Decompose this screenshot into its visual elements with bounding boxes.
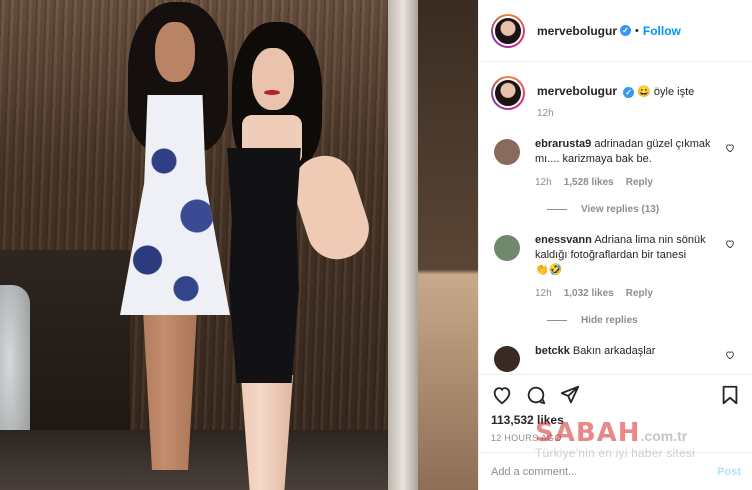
comments-list[interactable]: mervebolugur ✓ 😀 öyle işte 12h ebrarusta… — [479, 62, 752, 374]
verified-badge-icon: ✓ — [620, 25, 632, 36]
post-actions: 113,532 likes 12 HOURS AGO — [479, 374, 752, 452]
right-woman-lips — [264, 90, 280, 95]
add-comment-bar: Post — [479, 452, 752, 490]
comment-time[interactable]: 12h — [535, 175, 552, 190]
likes-count[interactable]: 113,532 likes — [491, 413, 741, 427]
comment-item: ebrarusta9 adrinadan güzel çıkmak mı....… — [491, 137, 741, 190]
post-timestamp[interactable]: 12 HOURS AGO — [491, 433, 741, 443]
caption-time: 12h — [537, 108, 554, 119]
post-caption: mervebolugur ✓ 😀 öyle işte 12h — [491, 74, 741, 119]
post-side-panel: mervebolugur ✓ • Follow mervebolugur ✓ 😀… — [478, 0, 752, 490]
left-woman-face — [155, 22, 195, 82]
view-replies-button[interactable]: View replies (13) — [547, 204, 741, 215]
hide-replies-label[interactable]: Hide replies — [581, 315, 638, 326]
comment-bubble-icon[interactable] — [525, 384, 547, 406]
caption-text: öyle işte — [653, 86, 695, 98]
comment-avatar[interactable] — [494, 346, 520, 372]
action-icon-row — [491, 383, 741, 407]
header-username[interactable]: mervebolugur — [537, 24, 617, 38]
view-replies-label[interactable]: View replies (13) — [581, 204, 659, 215]
heart-icon[interactable] — [725, 239, 735, 249]
door-frame — [388, 0, 418, 490]
floor — [0, 430, 390, 490]
comment-avatar[interactable] — [494, 139, 520, 165]
comment-input[interactable] — [491, 465, 718, 478]
replies-divider — [547, 209, 567, 210]
caption-avatar-ring[interactable] — [491, 76, 525, 110]
post-photo[interactable] — [0, 0, 478, 490]
comment-username[interactable]: betckk — [535, 345, 570, 357]
bookmark-icon[interactable] — [719, 384, 741, 406]
profile-avatar-ring[interactable] — [491, 13, 525, 48]
caption-username[interactable]: mervebolugur — [537, 84, 617, 98]
follow-button[interactable]: Follow — [643, 24, 681, 38]
comment-item: betckk Bakın arkadaşlar — [491, 344, 741, 372]
caption-emoji: 😀 — [637, 86, 651, 98]
comment-username[interactable]: enessvann — [535, 234, 592, 246]
caption-avatar[interactable] — [493, 78, 523, 108]
post-comment-button[interactable]: Post — [717, 466, 741, 478]
cabinet — [418, 0, 478, 490]
comment-likes[interactable]: 1,032 likes — [564, 286, 614, 301]
comment-likes[interactable]: 1,528 likes — [564, 175, 614, 190]
replies-divider — [547, 320, 567, 321]
comment-item: enessvann Adriana lima nin sönük kaldığı… — [491, 233, 741, 301]
right-woman-face — [252, 48, 294, 110]
hide-replies-button[interactable]: Hide replies — [547, 315, 741, 326]
heart-icon[interactable] — [725, 143, 735, 153]
post-header: mervebolugur ✓ • Follow — [479, 0, 752, 62]
comment-text: Bakın arkadaşlar — [572, 345, 656, 357]
like-heart-icon[interactable] — [491, 384, 513, 406]
comment-username[interactable]: ebrarusta9 — [535, 138, 591, 150]
comment-emojis: 👏🤣 — [535, 264, 563, 276]
comment-time[interactable]: 12h — [535, 286, 552, 301]
separator-dot: • — [635, 24, 639, 37]
share-send-icon[interactable] — [559, 384, 581, 406]
reply-button[interactable]: Reply — [626, 175, 653, 190]
avatar[interactable] — [493, 15, 523, 46]
comment-avatar[interactable] — [494, 235, 520, 261]
heart-icon[interactable] — [725, 350, 735, 360]
verified-badge-icon: ✓ — [623, 86, 635, 98]
reply-button[interactable]: Reply — [626, 286, 653, 301]
